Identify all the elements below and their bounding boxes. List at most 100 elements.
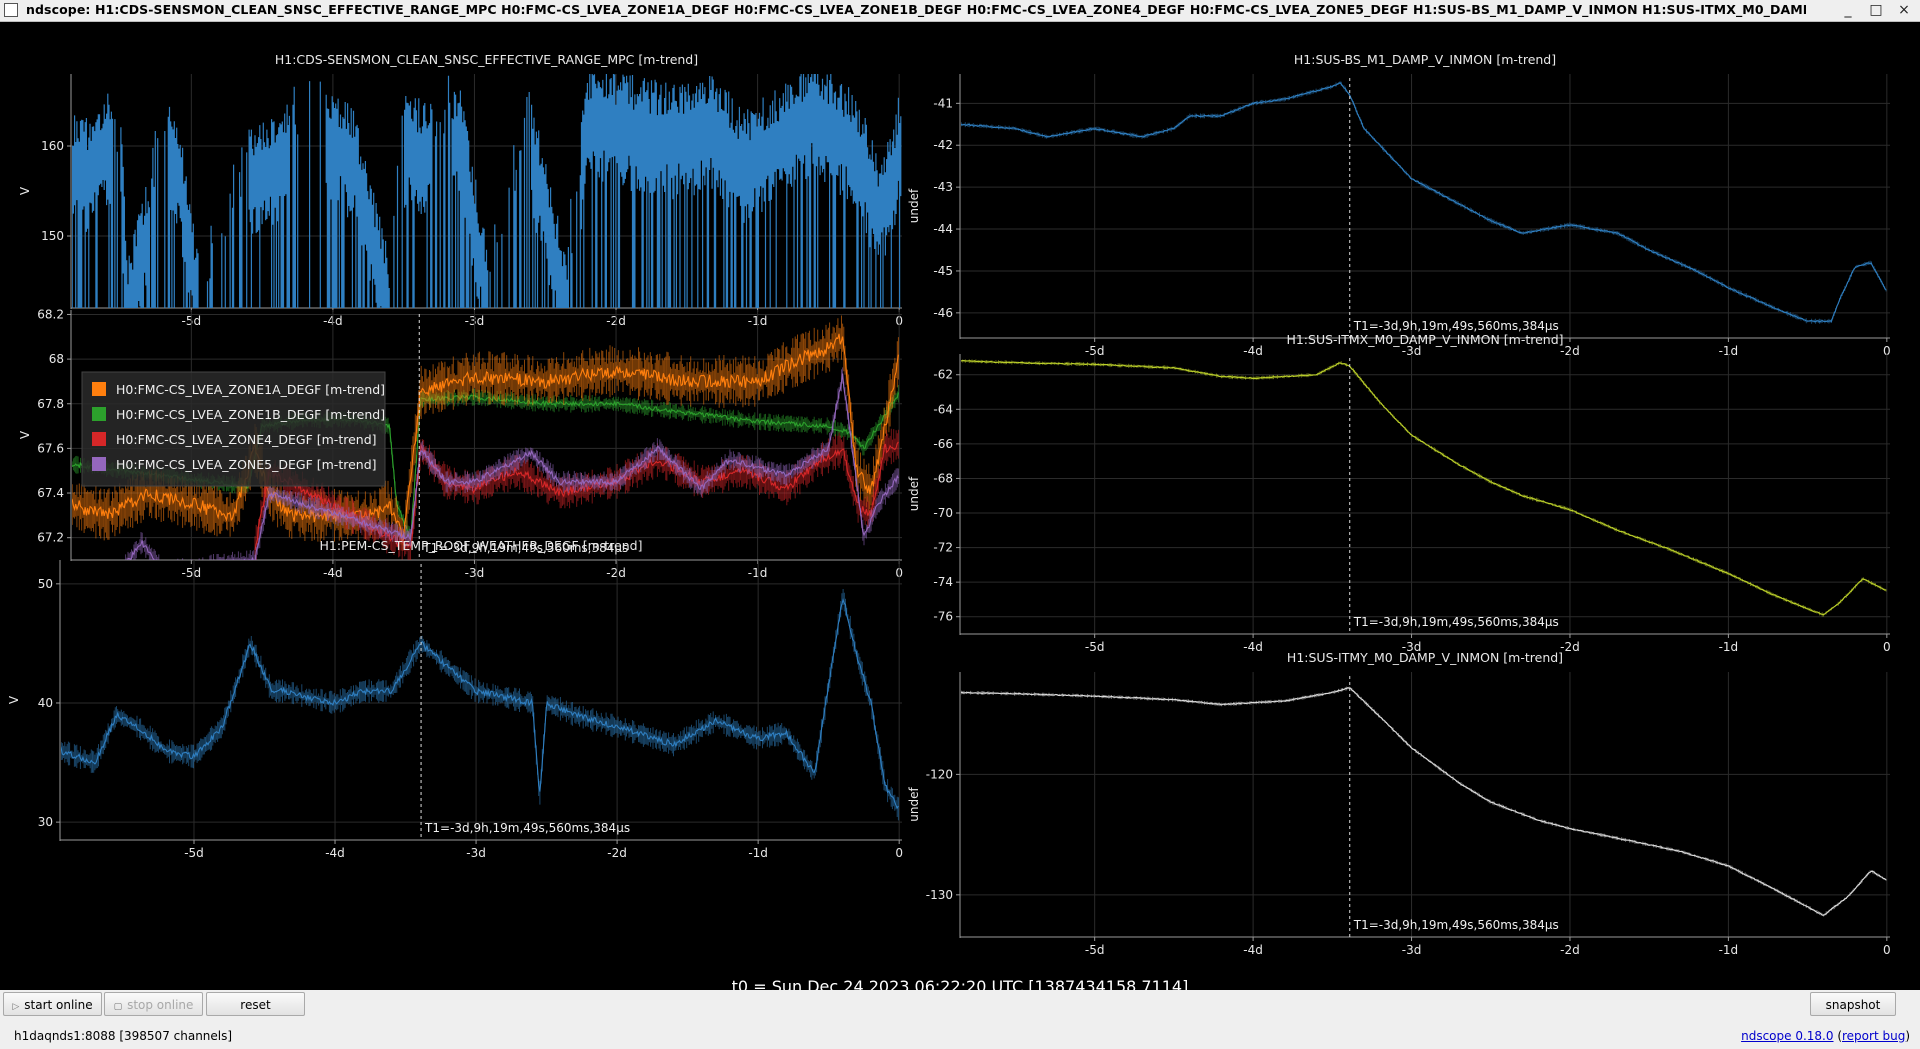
trace-range [961,81,1887,324]
plot-title: H1:SUS-ITMY_M0_DAMP_V_INMON [m-trend] [1287,650,1563,665]
trace-line [61,598,899,810]
t1-cursor-label: T1=-3d,9h,19m,49s,560ms,384µs [1353,918,1559,932]
legend-label: H0:FMC-CS_LVEA_ZONE5_DEGF [m-trend] [116,457,377,472]
t1-cursor-label: T1=-3d,9h,19m,49s,560ms,384µs [1353,319,1559,333]
t1-cursor-label: T1=-3d,9h,19m,49s,560ms,384µs [424,821,630,835]
y-tick-label: 67.2 [37,531,64,545]
maximize-button[interactable]: □ [1862,0,1890,21]
plot-title: H1:PEM-CS_TEMP_ROOF_WEATHER_DEGF [m-tren… [320,538,643,553]
legend-label: H0:FMC-CS_LVEA_ZONE4_DEGF [m-trend] [116,432,377,447]
legend-swatch [92,407,106,421]
y-axis-label: undef [907,787,921,822]
y-tick-label: -44 [933,222,953,236]
y-axis-label: V [7,695,21,704]
x-tick-label: 0 [895,846,903,860]
legend-swatch [92,457,106,471]
y-tick-label: -76 [933,610,953,624]
x-tick-label: -1d [748,846,768,860]
x-tick-label: -1d [1719,943,1739,957]
legend-swatch [92,432,106,446]
x-tick-label: 0 [1883,943,1891,957]
version-link[interactable]: ndscope 0.18.0 [1741,1029,1833,1043]
y-tick-label: -42 [933,138,953,152]
y-tick-label: -43 [933,180,953,194]
y-tick-label: -68 [933,471,953,485]
x-tick-label: -5d [184,846,204,860]
chart-panel: -5d-4d-3d-2d-1d0150160VH1:CDS-SENSMON_CL… [18,52,903,328]
start-online-label: start online [24,998,93,1012]
x-tick-label: -4d [1243,640,1263,654]
y-tick-label: 67.6 [37,441,64,455]
y-tick-label: 150 [41,229,64,243]
x-tick-label: -4d [325,846,345,860]
x-tick-label: -2d [1560,640,1580,654]
y-tick-label: -66 [933,437,953,451]
chart-panel: -5d -4d -3d -2d -1d 0 30 40 50 V H1:PEM-CS_TEMP_RO… [7,538,903,860]
y-tick-label: 160 [41,139,64,153]
y-tick-label: -72 [933,541,953,555]
x-tick-label: -1d [748,566,768,580]
minimize-button[interactable]: _ [1834,0,1862,21]
y-tick-label: -74 [933,575,953,589]
x-tick-label: -4d [1243,943,1263,957]
plot-traces [961,81,1887,324]
app-icon [4,3,18,17]
button-bar: ▷ start online ▢ stop online reset snapsho… [0,990,1920,1024]
x-tick-label: -5d [1085,943,1105,957]
close-button[interactable]: × [1890,0,1918,21]
x-tick-label: -1d [1719,640,1739,654]
y-tick-label: -62 [933,368,953,382]
plot-traces [961,686,1887,917]
y-tick-label: -45 [933,264,953,278]
y-tick-label: -130 [926,888,953,902]
server-status: h1daqnds1:8088 [398507 channels] [14,1029,233,1043]
y-axis-label: V [18,186,32,195]
y-tick-label: 40 [38,696,53,710]
window-title: ndscope: H1:CDS-SENSMON_CLEAN_SNSC_EFFEC… [26,2,1806,17]
stop-online-label: stop online [127,998,194,1012]
plots-canvas[interactable]: -5d -4d -3d -2d -1d 0 150 160 V H1:CDS-SENSMON_CL… [0,22,1920,977]
y-tick-label: -46 [933,306,953,320]
reset-button[interactable]: reset [206,992,305,1016]
plot-legend: H0:FMC-CS_LVEA_ZONE1A_DEGF [m-trend] H0:F… [81,371,386,487]
y-tick-label: 50 [38,577,53,591]
plot-title: H1:SUS-BS_M1_DAMP_V_INMON [m-trend] [1294,52,1556,67]
x-tick-label: -4d [323,566,343,580]
version-info: ndscope 0.18.0 (report bug) [1741,1029,1910,1043]
y-tick-label: -41 [933,96,953,110]
snapshot-button[interactable]: snapshot [1810,992,1896,1016]
plot-traces [61,589,899,821]
x-tick-label: -5d [1085,640,1105,654]
start-online-button[interactable]: ▷ start online [3,992,102,1016]
y-axis-label: V [18,430,32,439]
trace-line [961,81,1887,323]
trace-line [961,687,1887,916]
legend-swatch [92,382,106,396]
y-tick-label: 68.2 [37,307,64,321]
t1-cursor-label: T1=-3d,9h,19m,49s,560ms,384µs [1353,615,1559,629]
x-tick-label: 0 [1883,640,1891,654]
status-bar: h1daqnds1:8088 [398507 channels] ndscope… [0,1024,1920,1049]
y-tick-label: -120 [926,767,953,781]
plot-traces [961,359,1887,617]
stop-icon: ▢ [113,1002,123,1012]
x-tick-label: -3d [1402,943,1422,957]
plot-area[interactable]: -5d -4d -3d -2d -1d 0 150 160 V H1:CDS-SENSMON_CL… [0,22,1920,996]
y-tick-label: 67.8 [37,397,64,411]
y-tick-label: 30 [38,815,53,829]
x-tick-label: -5d [182,566,202,580]
legend-label: H0:FMC-CS_LVEA_ZONE1A_DEGF [m-trend] [116,382,385,397]
report-bug-link[interactable]: report bug [1842,1029,1905,1043]
x-tick-label: -2d [1560,943,1580,957]
x-tick-label: -3d [465,566,485,580]
chart-panel: -5d -4d -3d -2d -1d 0-41-42-43-44-45-46undefH… [907,52,1891,358]
x-tick-label: -2d [607,846,627,860]
y-tick-label: 67.4 [37,486,64,500]
x-tick-label: -3d [466,846,486,860]
stop-online-button[interactable]: ▢ stop online [104,992,203,1016]
y-axis-label: undef [907,188,921,223]
trace-range [961,686,1887,917]
y-tick-label: 68 [49,352,64,366]
trace-range [961,359,1887,617]
legend-label: H0:FMC-CS_LVEA_ZONE1B_DEGF [m-trend] [116,407,385,422]
